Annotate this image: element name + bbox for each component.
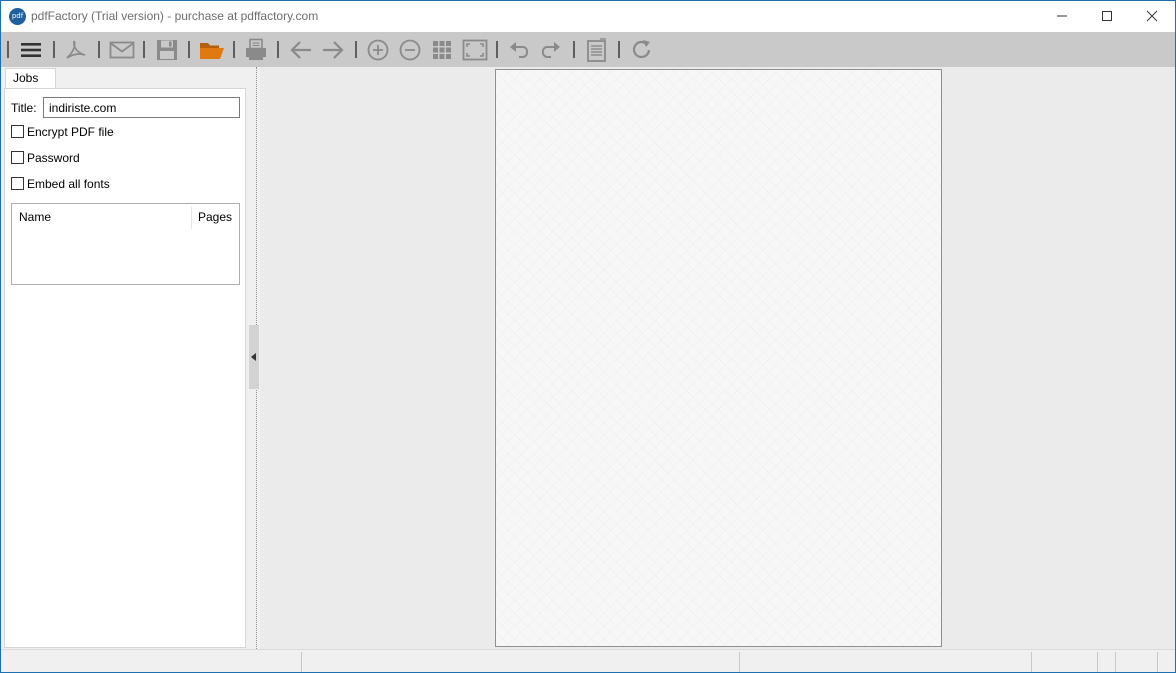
thumbnails-button[interactable] bbox=[428, 36, 456, 64]
grid-view-icon bbox=[433, 41, 451, 59]
status-divider bbox=[301, 652, 302, 672]
acrobat-button[interactable] bbox=[62, 36, 90, 64]
status-divider bbox=[1115, 652, 1116, 672]
save-button[interactable] bbox=[153, 36, 181, 64]
toolbar-separator bbox=[355, 41, 357, 58]
toolbar-separator bbox=[573, 41, 575, 58]
email-icon bbox=[109, 41, 135, 59]
previous-page-button[interactable] bbox=[287, 36, 315, 64]
status-divider bbox=[739, 652, 740, 672]
password-checkbox-box[interactable] bbox=[11, 151, 24, 164]
status-divider bbox=[1097, 652, 1098, 672]
collapse-left-icon bbox=[251, 353, 256, 361]
email-button[interactable] bbox=[107, 36, 135, 64]
zoom-out-button[interactable] bbox=[396, 36, 424, 64]
menu-button[interactable] bbox=[17, 36, 45, 64]
close-button[interactable] bbox=[1129, 1, 1175, 32]
toolbar-separator bbox=[496, 41, 498, 58]
window-title: pdfFactory (Trial version) - purchase at… bbox=[31, 9, 319, 23]
page-preview[interactable] bbox=[495, 69, 942, 647]
toolbar-separator bbox=[7, 41, 9, 58]
save-icon bbox=[157, 40, 177, 60]
title-label: Title: bbox=[11, 101, 37, 115]
toolbar-separator bbox=[143, 41, 145, 58]
title-input[interactable] bbox=[43, 97, 240, 118]
toolbar-separator bbox=[53, 41, 55, 58]
embed-fonts-label[interactable]: Embed all fonts bbox=[27, 177, 110, 191]
embed-fonts-checkbox-box[interactable] bbox=[11, 177, 24, 190]
zoom-in-button[interactable] bbox=[364, 36, 392, 64]
next-page-button[interactable] bbox=[319, 36, 347, 64]
app-window: pdf pdfFactory (Trial version) - purchas… bbox=[0, 0, 1176, 673]
open-button[interactable] bbox=[197, 36, 225, 64]
redo-icon bbox=[541, 42, 560, 58]
toolbar-separator bbox=[233, 41, 235, 58]
toolbar bbox=[1, 32, 1175, 67]
column-header-pages[interactable]: Pages bbox=[198, 210, 232, 224]
page-notes-icon bbox=[587, 38, 606, 62]
acrobat-icon bbox=[66, 40, 86, 59]
fit-page-button[interactable] bbox=[460, 36, 488, 64]
status-bar bbox=[1, 649, 1175, 672]
maximize-icon bbox=[1102, 11, 1112, 21]
collapse-panel-handle[interactable] bbox=[249, 325, 259, 389]
column-divider[interactable] bbox=[191, 207, 192, 229]
toolbar-separator bbox=[277, 41, 279, 58]
print-button[interactable] bbox=[242, 36, 270, 64]
jobs-tab-content: Title: Encrypt PDF file Password Embed a… bbox=[4, 88, 246, 648]
print-icon bbox=[246, 38, 266, 60]
forward-arrow-icon bbox=[323, 41, 344, 59]
zoom-in-icon bbox=[367, 39, 389, 61]
toolbar-separator bbox=[618, 41, 620, 58]
page-notes-button[interactable] bbox=[583, 36, 611, 64]
encrypt-pdf-label[interactable]: Encrypt PDF file bbox=[27, 125, 114, 139]
status-divider bbox=[1157, 652, 1158, 672]
status-divider bbox=[1031, 652, 1032, 672]
jobs-panel: Jobs Title: Encrypt PDF file Password Em… bbox=[2, 67, 249, 649]
zoom-out-icon bbox=[399, 39, 421, 61]
open-folder-icon bbox=[200, 43, 224, 59]
toolbar-separator bbox=[98, 41, 100, 58]
undo-icon bbox=[510, 42, 529, 58]
preview-area[interactable] bbox=[260, 67, 1175, 649]
tab-jobs[interactable]: Jobs bbox=[5, 68, 56, 89]
job-list[interactable]: Name Pages bbox=[11, 203, 240, 285]
column-header-name[interactable]: Name bbox=[19, 210, 51, 224]
minimize-button[interactable] bbox=[1039, 1, 1085, 32]
redo-button[interactable] bbox=[536, 36, 564, 64]
password-label[interactable]: Password bbox=[27, 151, 80, 165]
back-arrow-icon bbox=[290, 41, 311, 59]
refresh-icon bbox=[632, 40, 651, 59]
maximize-button[interactable] bbox=[1084, 1, 1130, 32]
title-bar: pdf pdfFactory (Trial version) - purchas… bbox=[1, 1, 1175, 32]
menu-icon bbox=[21, 43, 41, 57]
undo-button[interactable] bbox=[506, 36, 534, 64]
toolbar-separator bbox=[188, 41, 190, 58]
encrypt-pdf-checkbox-box[interactable] bbox=[11, 125, 24, 138]
close-icon bbox=[1146, 10, 1158, 22]
minimize-icon bbox=[1057, 15, 1067, 17]
fit-page-icon bbox=[462, 39, 488, 61]
pdffactory-app-icon[interactable]: pdf bbox=[9, 8, 26, 25]
refresh-button[interactable] bbox=[628, 36, 656, 64]
